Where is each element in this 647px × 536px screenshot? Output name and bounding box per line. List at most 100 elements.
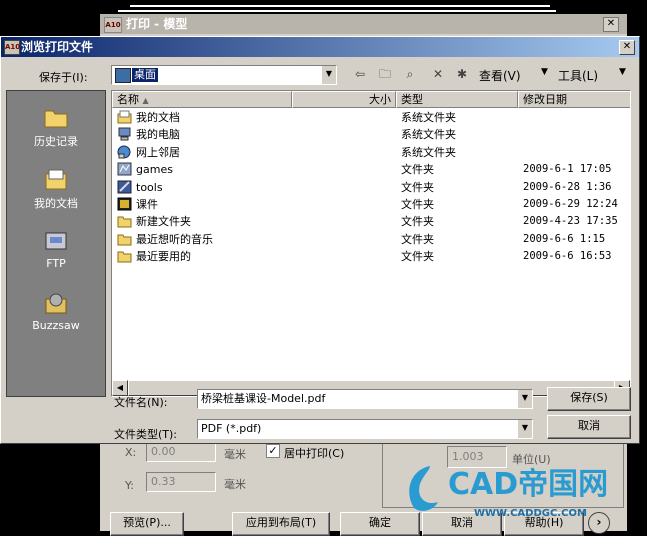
print-dialog-titlebar: A10 打印 - 模型 ✕ [100, 14, 627, 34]
center-plot-checkbox[interactable]: ✓ [266, 444, 280, 458]
file-type-combobox[interactable]: PDF (*.pdf) ▼ [197, 419, 533, 439]
place-ftp[interactable]: FTP [7, 229, 105, 270]
file-type-cell: 系统文件夹 [401, 111, 456, 124]
column-header-modified[interactable]: 修改日期 [518, 91, 630, 108]
tools-dropdown-icon[interactable]: ▼ [619, 67, 626, 77]
file-date-cell: 2009-6-28 1:36 [523, 180, 612, 193]
watermark-logo-icon [400, 462, 444, 514]
file-type-cell: 系统文件夹 [401, 145, 456, 159]
x-offset-input[interactable]: 0.00 [146, 442, 216, 462]
view-dropdown-icon[interactable]: ▼ [541, 67, 548, 77]
y-offset-input[interactable]: 0.33 [146, 472, 216, 492]
save-button[interactable]: 保存(S) [547, 387, 631, 411]
column-header-type[interactable]: 类型 [396, 91, 518, 108]
file-type-cell: 文件夹 [401, 180, 434, 194]
search-web-icon[interactable]: ⌕ [401, 64, 419, 84]
background-window-edge [118, 10, 556, 12]
file-name-cell: 我的电脑 [136, 128, 180, 142]
file-type-cell: 文件夹 [401, 215, 434, 229]
watermark-url: WWW.CADDGC.COM [474, 508, 587, 519]
file-list-row[interactable]: 最近想听的音乐 文件夹 2009-6-6 1:15 [112, 231, 628, 248]
file-name-cell: 我的文档 [136, 111, 180, 124]
ok-button[interactable]: 确定 [340, 512, 420, 536]
file-type-cell: 系统文件夹 [401, 128, 456, 142]
column-header-label: 名称 [117, 93, 139, 106]
file-type-cell: 文件夹 [401, 163, 434, 177]
preview-button[interactable]: 预览(P)... [110, 512, 184, 536]
file-date-cell: 2009-6-6 1:15 [523, 232, 606, 245]
y-offset-label: Y: [125, 479, 134, 492]
place-buzzsaw[interactable]: Buzzsaw [7, 291, 105, 332]
history-folder-icon [44, 110, 68, 128]
save-in-combobox[interactable]: 桌面 ▼ [111, 65, 337, 85]
place-label: 历史记录 [34, 135, 78, 148]
place-my-documents[interactable]: 我的文档 [7, 167, 105, 211]
file-name-combobox[interactable]: 桥梁桩基课设-Model.pdf ▼ [197, 389, 533, 409]
file-list-row[interactable]: tools 文件夹 2009-6-28 1:36 [112, 179, 628, 196]
scale-value-input[interactable]: 1.003 [447, 446, 507, 468]
file-type-value: PDF (*.pdf) [201, 422, 262, 435]
file-type-label: 文件类型(T): [114, 428, 178, 441]
file-type-cell: 文件夹 [401, 250, 434, 264]
x-offset-label: X: [125, 446, 137, 459]
save-in-value: 桌面 [132, 68, 158, 82]
file-list-row[interactable]: 我的文档 系统文件夹 [112, 109, 628, 126]
file-list: 名称 ▲ 大小 类型 修改日期 我的文档 系统文件夹 我的电脑 系统文件夹 网上邻居 系统… [111, 90, 631, 397]
file-date-cell: 2009-6-29 12:24 [523, 198, 618, 210]
save-in-label: 保存于(I): [39, 71, 88, 84]
tools-folder-icon [117, 180, 132, 194]
place-history[interactable]: 历史记录 [7, 105, 105, 149]
watermark-logo-text: CAD帝国网 [448, 467, 609, 502]
close-icon[interactable]: ✕ [619, 40, 635, 55]
mm-unit-label: 毫米 [224, 478, 246, 491]
close-icon[interactable]: ✕ [603, 17, 619, 32]
file-name-cell: tools [136, 180, 163, 194]
file-date-cell: 2009-4-23 17:35 [523, 215, 618, 228]
dialog-title: 浏览打印文件 [21, 40, 94, 54]
new-folder-icon[interactable]: ✱ [453, 64, 471, 84]
file-name-cell: 新建文件夹 [136, 215, 191, 229]
apply-to-layout-button[interactable]: 应用到布局(T) [232, 512, 330, 536]
print-dialog-title: 打印 - 模型 [126, 17, 188, 31]
folder-icon [117, 232, 132, 246]
file-list-row[interactable]: games 文件夹 2009-6-1 17:05 [112, 161, 628, 178]
tools-menu[interactable]: 工具(L) [558, 67, 598, 84]
chevron-down-icon[interactable]: ▼ [517, 420, 532, 438]
folder-icon [117, 249, 132, 263]
file-list-row[interactable]: 课件 文件夹 2009-6-29 12:24 [112, 196, 628, 213]
column-header-name[interactable]: 名称 ▲ [112, 91, 292, 108]
courseware-folder-icon [117, 197, 132, 211]
center-plot-label: 居中打印(C) [284, 447, 345, 460]
file-list-row[interactable]: 网上邻居 系统文件夹 [112, 144, 628, 161]
column-header-size[interactable]: 大小 [292, 91, 396, 108]
ftp-icon [45, 232, 67, 250]
sort-ascending-icon: ▲ [142, 96, 149, 105]
back-icon[interactable]: ⇦ [351, 64, 369, 84]
view-menu[interactable]: 查看(V) [479, 67, 521, 84]
my-computer-icon [117, 127, 132, 141]
file-name-label: 文件名(N): [114, 396, 168, 409]
chevron-down-icon[interactable]: ▼ [517, 390, 532, 408]
cancel-button[interactable]: 取消 [547, 415, 631, 439]
file-list-row[interactable]: 我的电脑 系统文件夹 [112, 126, 628, 143]
up-folder-icon[interactable]: 🗀 [376, 64, 394, 84]
file-name-cell: 最近想听的音乐 [136, 232, 213, 246]
file-date-cell: 2009-6-1 17:05 [523, 163, 612, 176]
file-name-cell: 课件 [136, 198, 158, 211]
chevron-down-icon[interactable]: ▼ [321, 66, 336, 84]
file-list-row[interactable]: 最近要用的 文件夹 2009-6-6 16:53 [112, 248, 628, 265]
file-list-row[interactable]: 新建文件夹 文件夹 2009-4-23 17:35 [112, 213, 628, 230]
places-bar: 历史记录 我的文档 FTP Buzzsaw [6, 90, 106, 397]
dialog-titlebar: A10 浏览打印文件 ✕ [1, 37, 639, 57]
file-date-cell: 2009-6-6 16:53 [523, 250, 612, 263]
buzzsaw-icon [45, 293, 67, 314]
my-documents-icon [45, 169, 67, 190]
mm-unit-label: 毫米 [224, 448, 246, 461]
delete-icon[interactable]: ✕ [429, 64, 447, 84]
file-name-value[interactable]: 桥梁桩基课设-Model.pdf [201, 392, 325, 406]
autocad-app-icon: A10 [104, 17, 122, 33]
file-type-cell: 文件夹 [401, 198, 434, 211]
place-label: Buzzsaw [32, 319, 80, 332]
my-documents-icon [117, 110, 132, 124]
file-name-cell: 网上邻居 [136, 145, 180, 159]
